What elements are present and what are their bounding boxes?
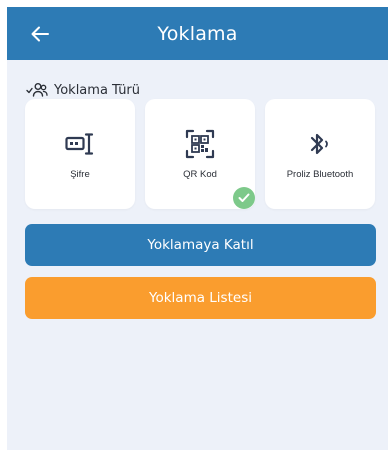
selected-check-icon <box>233 187 255 209</box>
qr-code-icon <box>185 129 215 159</box>
attendance-list-button[interactable]: Yoklama Listesi <box>25 277 376 319</box>
app-screen: Yoklama Yoklama Türü Şifre QR Kod Proliz… <box>7 7 388 450</box>
password-keypad-icon <box>65 133 94 155</box>
option-card-bluetooth[interactable]: Proliz Bluetooth <box>265 99 375 209</box>
option-label: QR Kod <box>183 169 217 180</box>
people-check-icon <box>26 82 48 98</box>
section-label-text: Yoklama Türü <box>54 82 141 98</box>
attendance-type-label: Yoklama Türü <box>26 82 140 98</box>
option-label: Şifre <box>70 169 90 180</box>
option-card-password[interactable]: Şifre <box>25 99 135 209</box>
option-label: Proliz Bluetooth <box>286 169 354 180</box>
top-app-bar: Yoklama <box>7 7 388 60</box>
page-title: Yoklama <box>157 22 238 45</box>
join-attendance-button[interactable]: Yoklamaya Katıl <box>25 224 376 266</box>
bluetooth-icon <box>310 133 328 155</box>
